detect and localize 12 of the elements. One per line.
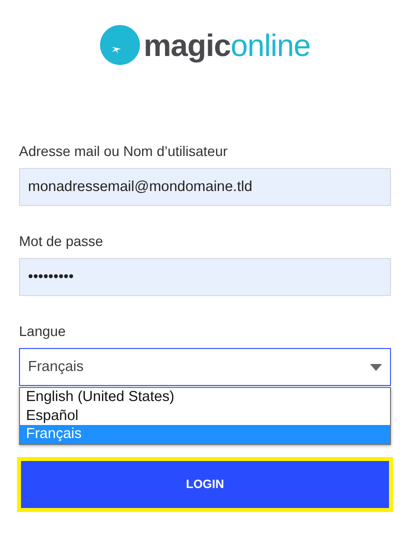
- login-button[interactable]: LOGIN: [21, 460, 389, 508]
- dropdown-option[interactable]: English (United States): [20, 388, 390, 406]
- field-label: Adresse mail ou Nom d’utilisateur: [19, 143, 229, 160]
- input-field[interactable]: monadressemail@mondomaine.tld: [19, 168, 391, 206]
- language-select[interactable]: Français: [19, 348, 391, 386]
- field-label: Mot de passe: [19, 233, 104, 250]
- field-label: Langue: [19, 323, 67, 340]
- dropdown-option[interactable]: Español: [20, 406, 390, 425]
- input-field[interactable]: •••••••••: [19, 258, 391, 296]
- caret-icon: [370, 364, 382, 370]
- logo-wordmark: magiconline: [144, 30, 310, 60]
- logo-icon: [100, 25, 140, 65]
